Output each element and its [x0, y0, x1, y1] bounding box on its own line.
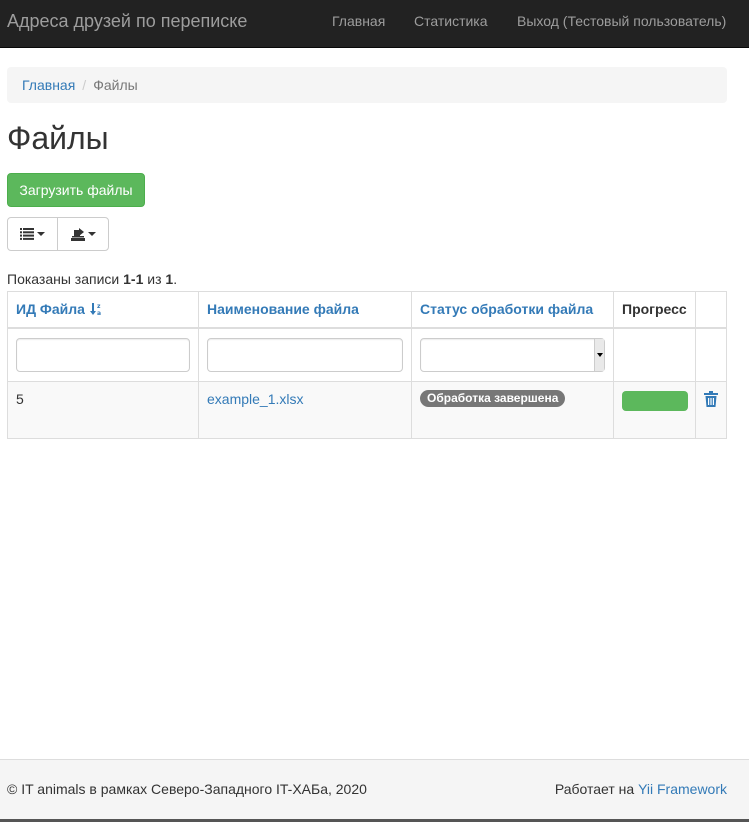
filter-status-select[interactable]	[420, 338, 605, 372]
yii-framework-link[interactable]: Yii Framework	[638, 781, 727, 797]
table-filter-row	[7, 329, 727, 382]
table-row: 5 example_1.xlsx Обработка завершена	[7, 382, 727, 439]
filter-name-input[interactable]	[207, 338, 403, 372]
file-id: 5	[16, 391, 24, 407]
footer: © IT animals в рамках Северо-Западного I…	[0, 759, 749, 819]
status-badge: Обработка завершена	[420, 390, 566, 407]
filter-cell-progress	[613, 329, 695, 382]
column-header-id: ИД Файла z a	[7, 292, 198, 329]
cell-name: example_1.xlsx	[198, 382, 411, 439]
sort-link-status[interactable]: Статус обработки файла	[420, 301, 593, 317]
footer-copyright: © IT animals в рамках Северо-Западного I…	[7, 781, 367, 797]
breadcrumb-current: Файлы	[93, 77, 138, 93]
file-name-link[interactable]: example_1.xlsx	[207, 391, 304, 407]
chevron-down-icon	[87, 232, 96, 236]
select-arrow-icon	[594, 339, 604, 371]
column-header-progress: Прогресс	[613, 292, 695, 329]
list-icon	[20, 228, 34, 240]
summary-middle: из	[143, 271, 166, 287]
export-icon	[70, 227, 85, 241]
chevron-down-icon	[37, 232, 45, 236]
progress-bar	[622, 391, 688, 411]
column-header-status: Статус обработки файла	[411, 292, 613, 329]
filter-id-input[interactable]	[16, 338, 190, 372]
breadcrumb-home[interactable]: Главная	[22, 77, 75, 93]
cell-actions	[695, 382, 727, 439]
column-header-name: Наименование файла	[198, 292, 411, 329]
table-header-row: ИД Файла z a Наименование файла Статус о…	[7, 291, 727, 329]
navbar-brand[interactable]: Адреса друзей по переписке	[7, 11, 247, 32]
cell-id: 5	[7, 382, 198, 439]
filter-cell-name	[198, 329, 411, 382]
filter-cell-actions	[695, 329, 727, 382]
filter-cell-id	[7, 329, 198, 382]
nav-item-statistics[interactable]: Статистика	[414, 13, 488, 29]
summary-prefix: Показаны записи	[7, 271, 124, 287]
column-label-id: ИД Файла	[16, 301, 85, 317]
page-title: Файлы	[7, 120, 109, 156]
nav-item-home[interactable]: Главная	[332, 13, 385, 29]
breadcrumb: Главная / Файлы	[7, 67, 727, 103]
filter-cell-status	[411, 329, 613, 382]
column-header-actions	[695, 292, 727, 329]
sort-link-id[interactable]: ИД Файла z a	[16, 301, 103, 317]
export-dropdown-button[interactable]	[57, 217, 109, 251]
grid-summary: Показаны записи 1-1 из 1.	[7, 271, 177, 287]
summary-suffix: .	[173, 271, 178, 287]
cell-status: Обработка завершена	[411, 382, 613, 439]
sort-ascending-icon: z a	[89, 303, 101, 316]
trash-icon	[704, 391, 718, 407]
navbar: Адреса друзей по переписке Главная Стати…	[0, 0, 749, 48]
nav-item-logout[interactable]: Выход (Тестовый пользователь)	[517, 13, 726, 29]
delete-button[interactable]	[704, 391, 718, 407]
upload-files-button[interactable]: Загрузить файлы	[7, 173, 145, 207]
summary-range: 1-1	[123, 271, 144, 287]
column-label-progress: Прогресс	[622, 301, 687, 317]
sort-link-name[interactable]: Наименование файла	[207, 301, 359, 317]
columns-dropdown-button[interactable]	[7, 217, 58, 251]
progress-bar-fill	[622, 391, 688, 411]
breadcrumb-separator: /	[82, 77, 87, 93]
grid-toolbar	[7, 217, 109, 251]
footer-powered-by: Работает на Yii Framework	[555, 781, 727, 797]
svg-text:z: z	[97, 303, 101, 310]
cell-progress	[613, 382, 695, 439]
footer-powered-prefix: Работает на	[554, 781, 639, 797]
svg-text:a: a	[97, 310, 101, 316]
